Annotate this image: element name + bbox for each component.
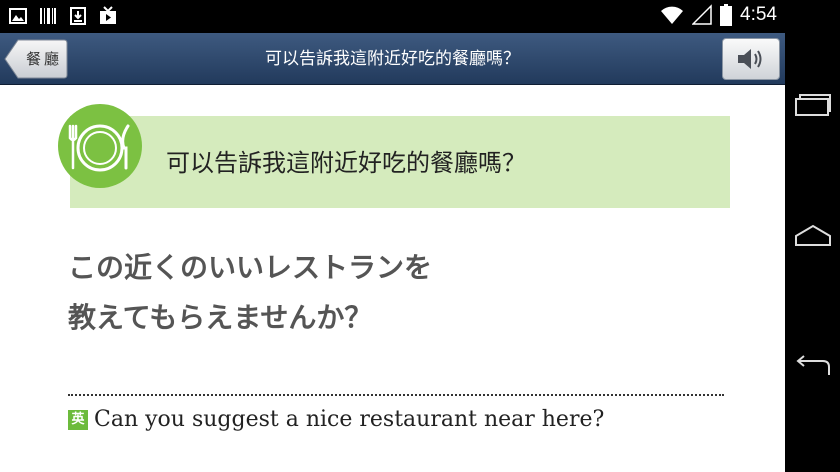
download-icon [70, 7, 86, 25]
wifi-icon [661, 6, 684, 24]
video-icon [100, 6, 116, 24]
signal-icon [692, 4, 712, 25]
phrase-content: 可以告訴我這附近好吃的餐廳嗎？ この近くのいいレストランを 教えてもらえませんか… [0, 85, 785, 472]
title-bar: 餐廳 可以告訴我這附近好吃的餐廳嗎？ [0, 33, 785, 85]
notification-icons [8, 6, 118, 26]
home-button[interactable] [791, 215, 835, 255]
back-icon [796, 355, 830, 375]
recent-apps-icon [795, 94, 831, 116]
english-phrase: Can you suggest a nice restaurant near h… [94, 407, 605, 432]
play-audio-button[interactable] [722, 38, 780, 80]
system-icons: 4:54 [660, 4, 777, 26]
barcode-icon [40, 8, 56, 24]
chinese-phrase: 可以告訴我這附近好吃的餐廳嗎？ [166, 149, 526, 177]
back-button-label: 餐廳 [25, 50, 62, 68]
japanese-phrase-line-2: 教えてもらえませんか？ [68, 301, 373, 334]
page-title: 可以告訴我這附近好吃的餐廳嗎？ [265, 49, 520, 69]
app-window: 餐廳 可以告訴我這附近好吃的餐廳嗎？ 可以告訴我這附近好吃的餐廳嗎？ この近くの… [0, 33, 785, 472]
plate-icon [58, 104, 142, 188]
recent-apps-button[interactable] [791, 84, 835, 124]
clock: 4:54 [740, 4, 777, 25]
home-icon [795, 224, 831, 246]
navigation-bar [785, 0, 840, 472]
battery-icon [720, 4, 733, 26]
english-badge: 英 [68, 410, 88, 430]
dotted-divider [68, 394, 724, 396]
gallery-icon [9, 8, 27, 24]
speaker-icon [738, 49, 762, 69]
status-bar: 4:54 [0, 0, 785, 33]
japanese-phrase-line-1: この近くのいいレストランを [68, 251, 433, 284]
back-button[interactable]: 餐廳 [4, 39, 68, 79]
japanese-phrase: この近くのいいレストランを 教えてもらえませんか？ [68, 243, 432, 343]
system-back-button[interactable] [791, 346, 835, 386]
